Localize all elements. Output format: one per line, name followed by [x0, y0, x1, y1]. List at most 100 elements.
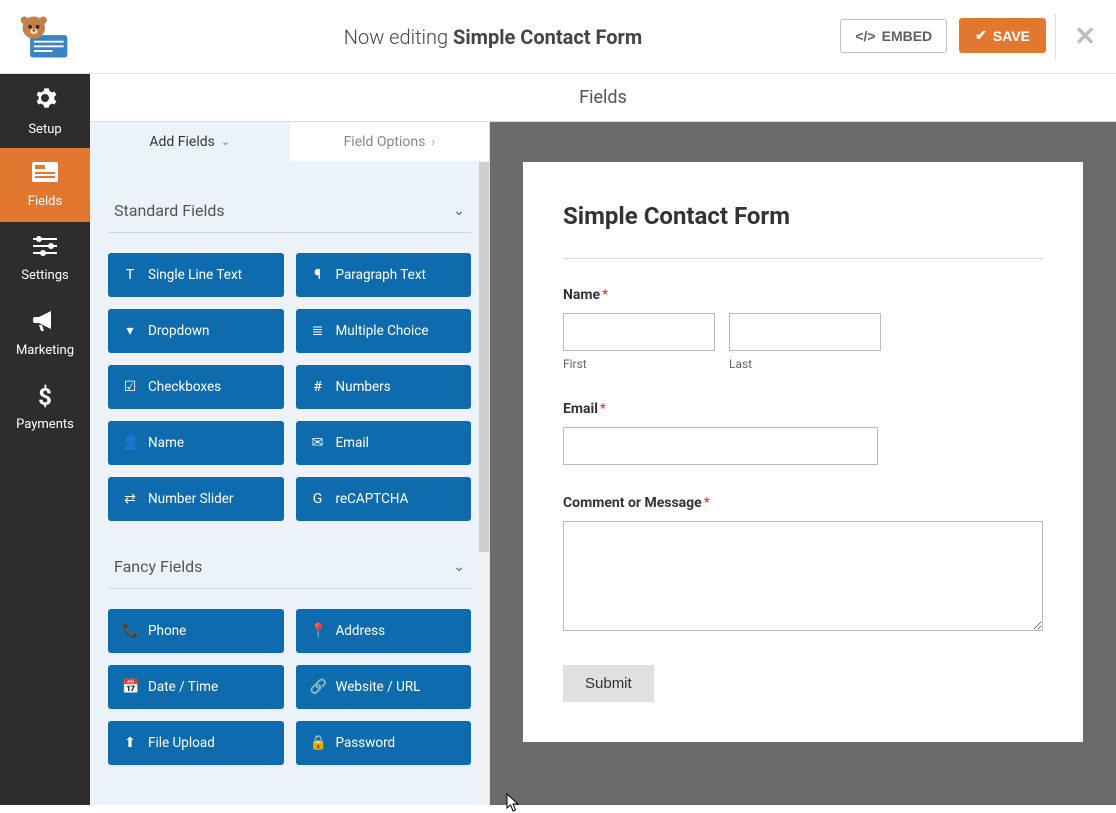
- field-icon: ≣: [310, 323, 326, 339]
- field-icon: #: [310, 379, 326, 395]
- nav-setup[interactable]: Setup: [0, 74, 90, 148]
- field-btn-date-time[interactable]: 📅Date / Time: [108, 665, 284, 709]
- field-icon: ✉: [310, 435, 326, 451]
- check-icon: ✔: [975, 27, 987, 44]
- divider: [1055, 14, 1056, 60]
- field-icon: 🔒: [310, 735, 326, 751]
- field-button-label: Address: [336, 623, 386, 639]
- email-input[interactable]: [563, 427, 878, 465]
- field-icon: G: [310, 491, 326, 507]
- nav-settings[interactable]: Settings: [0, 222, 90, 296]
- field-button-label: Number Slider: [148, 491, 234, 507]
- app-logo: [0, 14, 90, 60]
- close-button[interactable]: ✕: [1074, 22, 1096, 52]
- field-button-label: Dropdown: [148, 323, 210, 339]
- panel-body: Standard Fields ⌄ TSingle Line Text ¶Para…: [90, 161, 489, 805]
- last-name-input[interactable]: [729, 313, 881, 351]
- sliders-icon: [33, 236, 57, 262]
- field-icon: ▾: [122, 323, 138, 339]
- first-name-input[interactable]: [563, 313, 715, 351]
- tab-label: Field Options: [344, 134, 426, 150]
- fancy-fields-grid: 📞Phone 📍 Address 📅Date / Time 🔗Website / URL…: [108, 609, 471, 765]
- field-button-label: Email: [336, 435, 369, 451]
- field-btn-single-line-text[interactable]: TSingle Line Text: [108, 253, 284, 297]
- field-btn-phone[interactable]: 📞Phone: [108, 609, 284, 653]
- tab-label: Add Fields: [149, 134, 215, 150]
- field-btn-website-url[interactable]: 🔗Website / URL: [296, 665, 472, 709]
- field-label: Email*: [563, 401, 1043, 417]
- field-button-label: Checkboxes: [148, 379, 221, 395]
- field-icon: ⬆: [122, 735, 138, 751]
- field-icon: 🔗: [310, 679, 326, 695]
- field-button-label: Phone: [148, 623, 186, 639]
- field-button-label: reCAPTCHA: [336, 491, 409, 507]
- field-button-label: Multiple Choice: [336, 323, 429, 339]
- group-standard-fields[interactable]: Standard Fields ⌄: [108, 189, 471, 233]
- field-button-label: Name: [148, 435, 184, 451]
- chevron-right-icon: ›: [431, 135, 435, 149]
- scrollbar-track[interactable]: [479, 162, 489, 805]
- tab-add-fields[interactable]: Add Fields ⌄: [90, 122, 290, 161]
- required-mark: *: [600, 401, 606, 417]
- field-btn-checkboxes[interactable]: ☑Checkboxes: [108, 365, 284, 409]
- left-nav: Setup Fields Settings Marketing $ Paymen…: [0, 74, 90, 805]
- form-name: Simple Contact Form: [453, 25, 642, 49]
- form-preview: Simple Contact Form Name* First Last: [523, 162, 1083, 742]
- nav-label: Payments: [16, 417, 74, 432]
- field-button-label: Password: [336, 735, 396, 751]
- tab-field-options[interactable]: Field Options ›: [290, 122, 490, 161]
- nav-marketing[interactable]: Marketing: [0, 296, 90, 370]
- chevron-down-icon: ⌄: [453, 203, 465, 219]
- standard-fields-grid: TSingle Line Text ¶Paragraph Text ▾ Dropdow…: [108, 253, 471, 521]
- form-icon: [32, 162, 58, 188]
- save-button-label: SAVE: [993, 28, 1030, 44]
- submit-button[interactable]: Submit: [563, 665, 654, 702]
- comment-textarea[interactable]: [563, 521, 1043, 631]
- workspace: Add Fields ⌄ Field Options › Standard Fi…: [90, 122, 1116, 805]
- field-btn-password[interactable]: 🔒 Password: [296, 721, 472, 765]
- scrollbar-thumb[interactable]: [479, 162, 489, 552]
- field-btn-multiple-choice[interactable]: ≣ Multiple Choice: [296, 309, 472, 353]
- editing-prefix: Now editing: [344, 25, 453, 49]
- group-title: Fancy Fields: [114, 557, 202, 576]
- required-mark: *: [704, 495, 710, 511]
- field-name[interactable]: Name* First Last: [563, 287, 1043, 371]
- field-label: Name*: [563, 287, 1043, 303]
- field-btn-number-slider[interactable]: ⇄Number Slider: [108, 477, 284, 521]
- chevron-down-icon: ⌄: [221, 135, 230, 148]
- field-btn-numbers[interactable]: # Numbers: [296, 365, 472, 409]
- field-email[interactable]: Email*: [563, 401, 1043, 465]
- section-title: Fields: [579, 87, 627, 108]
- nav-label: Marketing: [16, 343, 74, 358]
- name-row: First Last: [563, 313, 1043, 371]
- embed-button-label: EMBED: [882, 28, 933, 44]
- field-btn-email[interactable]: ✉ Email: [296, 421, 472, 465]
- form-preview-title: Simple Contact Form: [563, 202, 1043, 259]
- nav-fields[interactable]: Fields: [0, 148, 90, 222]
- field-btn-paragraph-text[interactable]: ¶Paragraph Text: [296, 253, 472, 297]
- field-btn-dropdown[interactable]: ▾ Dropdown: [108, 309, 284, 353]
- save-button[interactable]: ✔ SAVE: [959, 18, 1046, 53]
- nav-label: Fields: [28, 194, 62, 209]
- field-button-label: Paragraph Text: [336, 267, 426, 283]
- nav-payments[interactable]: $ Payments: [0, 370, 90, 444]
- form-canvas: Simple Contact Form Name* First Last: [490, 122, 1116, 805]
- field-btn-address[interactable]: 📍 Address: [296, 609, 472, 653]
- field-btn-name[interactable]: 👤 Name: [108, 421, 284, 465]
- field-btn-file-upload[interactable]: ⬆File Upload: [108, 721, 284, 765]
- gear-icon: [33, 86, 57, 116]
- submit-label: Submit: [585, 675, 632, 692]
- group-fancy-fields[interactable]: Fancy Fields ⌄: [108, 545, 471, 589]
- field-comment[interactable]: Comment or Message*: [563, 495, 1043, 635]
- field-icon: 👤: [122, 435, 138, 451]
- field-button-label: Date / Time: [148, 679, 218, 695]
- sublabel-last: Last: [729, 357, 881, 371]
- chevron-down-icon: ⌄: [453, 559, 465, 575]
- embed-button[interactable]: </> EMBED: [840, 19, 947, 53]
- nav-label: Settings: [21, 268, 68, 283]
- field-icon: 📍: [310, 623, 326, 639]
- field-label: Comment or Message*: [563, 495, 1043, 511]
- field-btn-recaptcha[interactable]: GreCAPTCHA: [296, 477, 472, 521]
- field-button-label: Numbers: [336, 379, 391, 395]
- top-actions: </> EMBED ✔ SAVE: [840, 18, 1046, 53]
